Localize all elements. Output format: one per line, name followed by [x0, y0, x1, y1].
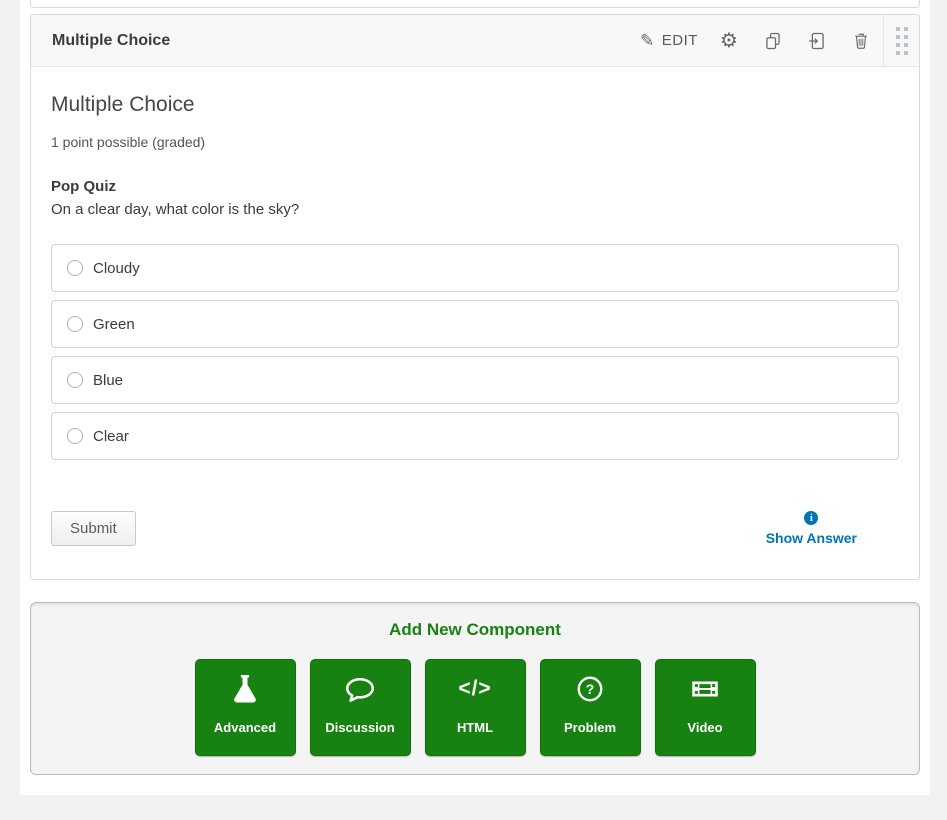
radio-button-icon[interactable] — [67, 428, 83, 444]
radio-button-icon[interactable] — [67, 372, 83, 388]
component-card-multiple-choice: Multiple Choice ✎ EDIT ⚙ — [30, 14, 920, 580]
component-title: Multiple Choice — [31, 32, 631, 50]
component-header: Multiple Choice ✎ EDIT ⚙ — [31, 15, 919, 67]
gear-icon: ⚙ — [720, 31, 738, 51]
component-button-label: Problem — [564, 720, 616, 735]
show-answer-wrap: i Show Answer — [766, 511, 857, 546]
add-advanced-button[interactable]: Advanced — [195, 659, 296, 756]
add-discussion-button[interactable]: Discussion — [310, 659, 411, 756]
option-label: Blue — [93, 372, 123, 389]
quiz-title: Pop Quiz — [51, 178, 899, 195]
option-label: Cloudy — [93, 260, 140, 277]
radio-button-icon[interactable] — [67, 316, 83, 332]
answer-option-blue[interactable]: Blue — [51, 356, 899, 404]
speech-bubble-icon — [341, 660, 379, 718]
answer-options: Cloudy Green Blue Clear — [51, 244, 899, 460]
answer-option-cloudy[interactable]: Cloudy — [51, 244, 899, 292]
unit-content-area: Multiple Choice ✎ EDIT ⚙ — [20, 0, 930, 795]
question-text: On a clear day, what color is the sky? — [51, 201, 899, 218]
add-html-button[interactable]: </> HTML — [425, 659, 526, 756]
duplicate-icon — [763, 31, 783, 51]
component-button-label: Video — [687, 720, 722, 735]
component-button-label: Discussion — [325, 720, 394, 735]
show-answer-link[interactable]: Show Answer — [766, 530, 857, 546]
previous-component-card-edge — [30, 0, 920, 8]
move-button[interactable] — [795, 15, 839, 66]
component-button-label: Advanced — [214, 720, 276, 735]
option-label: Clear — [93, 428, 129, 445]
pencil-icon: ✎ — [640, 31, 655, 51]
answer-option-green[interactable]: Green — [51, 300, 899, 348]
add-new-component-panel: Add New Component Advanced Discussio — [30, 602, 920, 775]
add-video-button[interactable]: Video — [655, 659, 756, 756]
question-circle-icon: ? — [572, 660, 608, 718]
code-icon: </> — [458, 660, 491, 718]
trash-icon — [852, 31, 870, 51]
move-icon — [807, 31, 827, 51]
drag-handle[interactable] — [883, 15, 919, 66]
component-actions: ✎ EDIT ⚙ — [631, 15, 919, 66]
drag-handle-icon — [896, 27, 908, 55]
edit-button-label: EDIT — [662, 32, 698, 49]
add-problem-button[interactable]: ? Problem — [540, 659, 641, 756]
answer-option-clear[interactable]: Clear — [51, 412, 899, 460]
film-icon — [686, 660, 724, 718]
problem-title: Multiple Choice — [51, 93, 899, 117]
duplicate-button[interactable] — [751, 15, 795, 66]
flask-icon — [227, 660, 263, 718]
add-new-component-title: Add New Component — [31, 620, 919, 640]
svg-text:?: ? — [586, 682, 595, 698]
option-label: Green — [93, 316, 135, 333]
delete-button[interactable] — [839, 15, 883, 66]
edit-button[interactable]: ✎ EDIT — [631, 15, 707, 66]
submit-button[interactable]: Submit — [51, 511, 136, 546]
settings-button[interactable]: ⚙ — [707, 15, 751, 66]
info-icon[interactable]: i — [804, 511, 818, 525]
radio-button-icon[interactable] — [67, 260, 83, 276]
component-button-label: HTML — [457, 720, 493, 735]
component-type-buttons: Advanced Discussion </> HTML ? — [31, 659, 919, 756]
problem-actions-row: Submit i Show Answer — [51, 511, 899, 546]
points-possible-text: 1 point possible (graded) — [51, 134, 899, 150]
problem-body: Multiple Choice 1 point possible (graded… — [31, 67, 919, 579]
